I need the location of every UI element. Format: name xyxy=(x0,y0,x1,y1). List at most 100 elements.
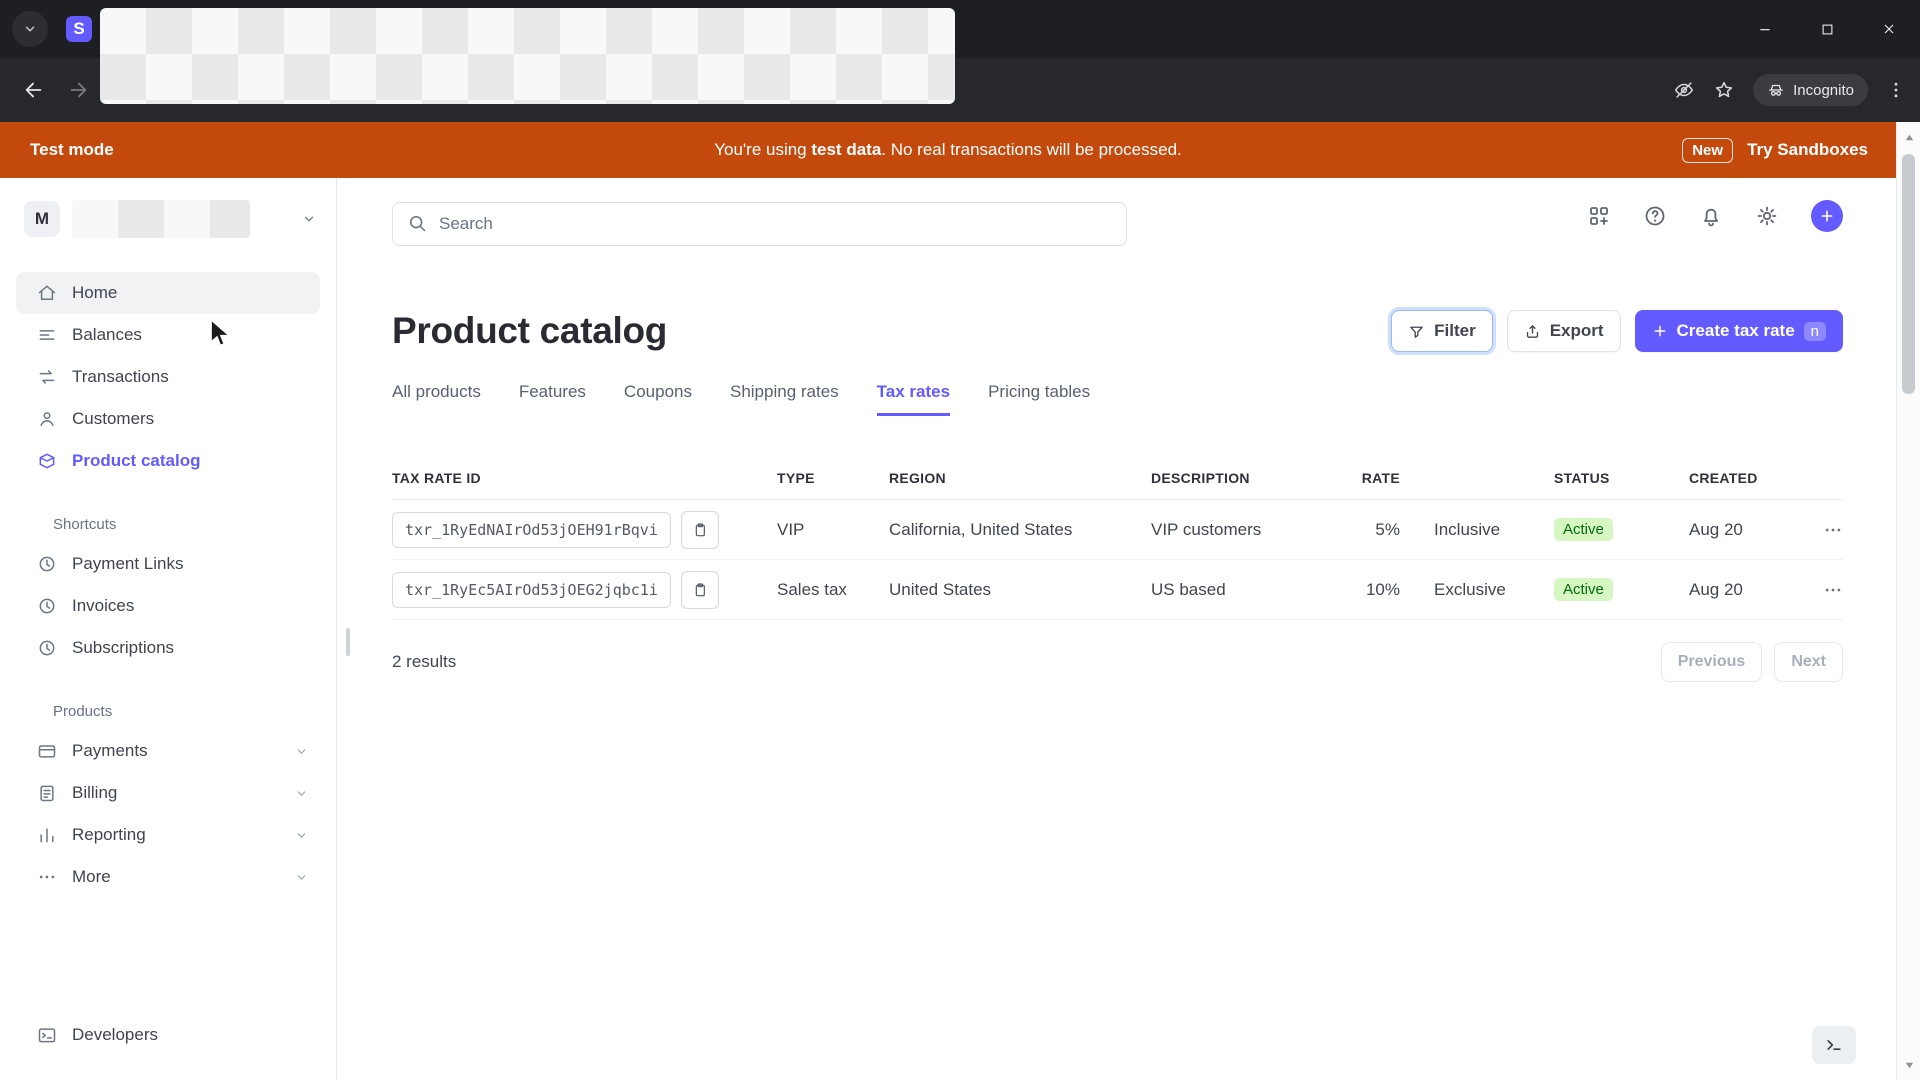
chevron-down-icon xyxy=(295,829,308,842)
search-input[interactable] xyxy=(392,202,1127,246)
stripe-favicon: S xyxy=(66,16,92,42)
table-row[interactable]: txr_1RyEdNAIrOd53jOEH91rBqvi VIP Califor… xyxy=(392,500,1843,560)
sidebar-item-home[interactable]: Home xyxy=(16,272,320,314)
terminal-prompt-icon xyxy=(1824,1035,1844,1055)
maximize-button[interactable] xyxy=(1796,0,1858,58)
browser-menu-icon[interactable] xyxy=(1886,80,1906,100)
tab-shipping-rates[interactable]: Shipping rates xyxy=(730,382,839,416)
clock-icon xyxy=(37,638,57,658)
filter-label: Filter xyxy=(1434,321,1476,340)
clipboard-icon xyxy=(692,522,708,538)
customers-icon xyxy=(37,409,57,429)
stripe-dashboard: M Home Balances Transactions Customers P… xyxy=(0,178,1896,1080)
sidebar-item-label: Developers xyxy=(72,1025,158,1044)
row-overflow-menu-button[interactable] xyxy=(1823,520,1843,540)
export-button[interactable]: Export xyxy=(1506,310,1621,352)
bookmark-star-icon[interactable] xyxy=(1713,79,1735,101)
help-icon[interactable] xyxy=(1643,204,1667,228)
tab-tax-rates[interactable]: Tax rates xyxy=(876,382,951,416)
scrollbar-thumb[interactable] xyxy=(1902,154,1915,394)
search-icon xyxy=(407,213,427,233)
transactions-icon xyxy=(37,367,57,387)
chevron-down-icon xyxy=(295,745,308,758)
sidebar-item-billing[interactable]: Billing xyxy=(16,772,320,814)
sidebar-item-transactions[interactable]: Transactions xyxy=(16,356,320,398)
filter-button[interactable]: Filter xyxy=(1391,310,1493,352)
tax-rate-id-value[interactable]: txr_1RyEdNAIrOd53jOEH91rBqvi xyxy=(392,511,671,548)
clock-icon xyxy=(37,596,57,616)
redacted-tab-and-url[interactable] xyxy=(100,8,955,104)
app-topbar xyxy=(337,178,1896,270)
sidebar-item-label: Balances xyxy=(72,325,142,344)
sidebar-item-payments[interactable]: Payments xyxy=(16,730,320,772)
sidebar-item-more[interactable]: More xyxy=(16,856,320,898)
create-menu-button[interactable] xyxy=(1811,200,1843,232)
copy-id-button[interactable] xyxy=(680,510,719,549)
sidebar-item-invoices[interactable]: Invoices xyxy=(16,585,320,627)
tab-coupons[interactable]: Coupons xyxy=(624,382,692,416)
account-avatar: M xyxy=(24,201,60,237)
status-badge: Active xyxy=(1554,518,1613,541)
sidebar-item-label: Customers xyxy=(72,409,155,428)
sidebar-item-reporting[interactable]: Reporting xyxy=(16,814,320,856)
sidebar-item-subscriptions[interactable]: Subscriptions xyxy=(16,627,320,669)
keyboard-shortcut-badge: n xyxy=(1803,321,1826,341)
region-cell: California, United States xyxy=(889,519,1073,539)
tracking-protection-eye-off-icon[interactable] xyxy=(1673,79,1695,101)
main-area: Product catalog Filter Export Create tax… xyxy=(337,178,1896,1080)
copy-id-button[interactable] xyxy=(680,570,719,609)
column-header-rate: RATE xyxy=(1361,469,1400,486)
sidebar-item-label: Payments xyxy=(72,741,148,760)
balances-icon xyxy=(37,325,57,345)
sidebar-item-developers[interactable]: Developers xyxy=(16,1014,321,1056)
forward-button[interactable] xyxy=(62,74,94,106)
sidebar-item-balances[interactable]: Balances xyxy=(16,314,320,356)
account-name-redacted xyxy=(72,200,250,238)
row-overflow-menu-button[interactable] xyxy=(1823,580,1843,600)
previous-page-button[interactable]: Previous xyxy=(1660,642,1763,682)
column-header-region: REGION xyxy=(889,469,946,486)
developer-terminal-button[interactable] xyxy=(1812,1026,1856,1064)
new-badge: New xyxy=(1682,137,1734,163)
clipboard-icon xyxy=(692,582,708,598)
home-icon xyxy=(37,283,57,303)
table-row[interactable]: txr_1RyEc5AIrOd53jOEG2jqbc1i Sales tax U… xyxy=(392,560,1843,620)
export-label: Export xyxy=(1549,321,1604,340)
try-sandboxes-link[interactable]: Try Sandboxes xyxy=(1747,140,1868,160)
description-cell: VIP customers xyxy=(1151,519,1262,539)
incognito-badge: Incognito xyxy=(1753,74,1868,106)
next-page-button[interactable]: Next xyxy=(1774,642,1843,682)
tab-search-button[interactable] xyxy=(12,11,48,47)
tab-pricing-tables[interactable]: Pricing tables xyxy=(988,382,1090,416)
rate-cell: 10% xyxy=(1365,579,1400,599)
sidebar-item-label: Home xyxy=(72,283,118,302)
product-catalog-icon xyxy=(37,451,57,471)
sidebar-item-customers[interactable]: Customers xyxy=(16,398,320,440)
scroll-down-button[interactable] xyxy=(1897,1052,1920,1078)
close-button[interactable] xyxy=(1858,0,1920,58)
bar-chart-icon xyxy=(37,825,57,845)
column-header-description: DESCRIPTION xyxy=(1151,469,1250,486)
back-button[interactable] xyxy=(18,74,50,106)
sidebar-item-payment-links[interactable]: Payment Links xyxy=(16,543,320,585)
settings-gear-icon[interactable] xyxy=(1755,204,1779,228)
apps-grid-icon[interactable] xyxy=(1587,204,1611,228)
test-mode-message: You're using test data. No real transact… xyxy=(714,140,1182,159)
create-tax-rate-button[interactable]: Create tax rate n xyxy=(1634,310,1843,352)
ellipsis-icon xyxy=(37,867,57,887)
tab-all-products[interactable]: All products xyxy=(392,382,481,416)
page-scrollbar[interactable] xyxy=(1896,122,1920,1080)
test-mode-label: Test mode xyxy=(30,140,114,159)
chevron-down-icon xyxy=(295,787,308,800)
notifications-bell-icon[interactable] xyxy=(1699,204,1723,228)
scroll-up-button[interactable] xyxy=(1897,124,1920,150)
sidebar-item-product-catalog[interactable]: Product catalog xyxy=(16,440,320,482)
minimize-button[interactable] xyxy=(1734,0,1796,58)
shortcuts-heading: Shortcuts xyxy=(53,516,117,533)
column-header-tax-rate-id: TAX RATE ID xyxy=(392,469,481,486)
account-switcher[interactable]: M xyxy=(24,200,316,238)
sidebar-item-label: Transactions xyxy=(72,367,169,386)
tab-features[interactable]: Features xyxy=(519,382,586,416)
tax-rate-id-value[interactable]: txr_1RyEc5AIrOd53jOEG2jqbc1i xyxy=(392,571,671,608)
results-count: 2 results xyxy=(392,652,457,671)
